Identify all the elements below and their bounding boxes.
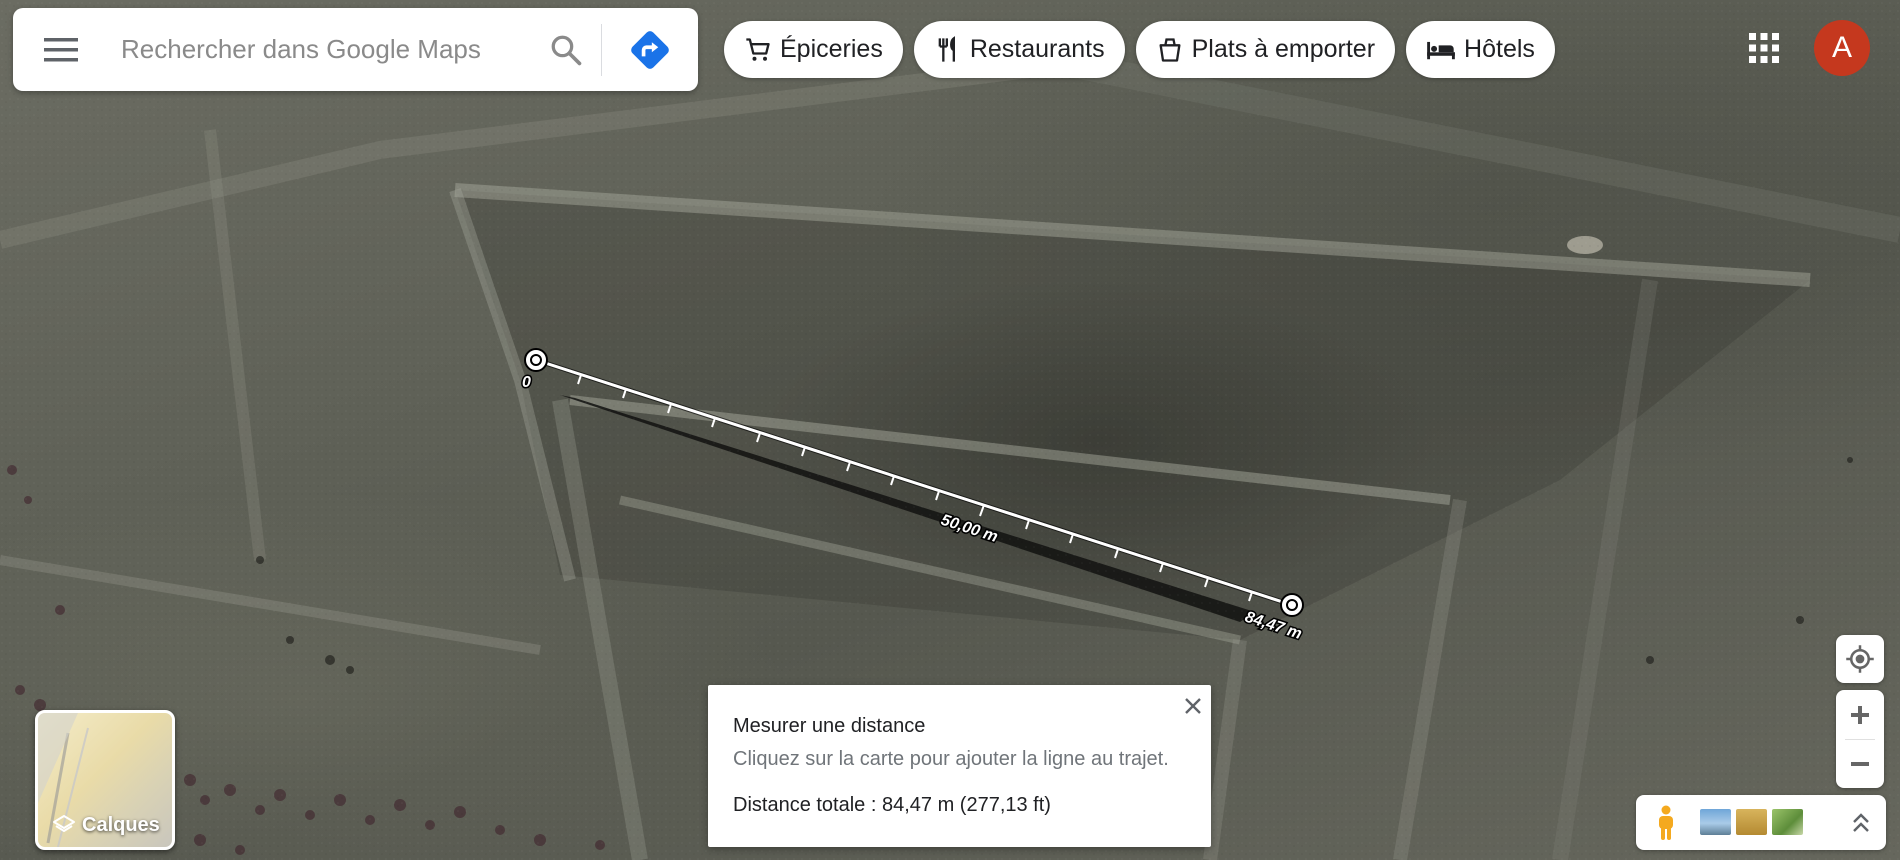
measure-distance-card: Mesurer une distance Cliquez sur la cart… — [708, 685, 1211, 847]
chip-restaurants[interactable]: Restaurants — [913, 21, 1125, 78]
double-chevron-up-icon — [1853, 813, 1869, 832]
apps-grid-icon — [1749, 33, 1779, 63]
close-icon — [1185, 698, 1201, 714]
account-avatar[interactable]: A — [1814, 20, 1870, 76]
menu-button[interactable] — [13, 8, 109, 91]
directions-icon — [631, 30, 669, 69]
close-button[interactable] — [1181, 694, 1205, 718]
search-button[interactable] — [531, 8, 601, 91]
plus-icon — [1851, 705, 1869, 724]
layers-button[interactable]: Calques — [35, 710, 175, 850]
imagery-thumb-terrain[interactable] — [1736, 809, 1767, 835]
my-location-button[interactable] — [1836, 635, 1884, 683]
bed-icon — [1427, 41, 1455, 59]
zoom-out-button[interactable] — [1836, 740, 1884, 788]
measure-hint: Cliquez sur la carte pour ajouter la lig… — [733, 748, 1169, 770]
imagery-thumb-photo[interactable] — [1772, 809, 1803, 835]
chip-epiceries[interactable]: Épiceries — [724, 21, 903, 78]
measure-line — [535, 358, 1293, 607]
search-icon — [551, 35, 582, 65]
search-input[interactable] — [109, 34, 531, 65]
measure-start-point[interactable] — [524, 348, 548, 372]
chip-label: Hôtels — [1464, 35, 1535, 63]
measure-total-distance: Distance totale : 84,47 m (277,13 ft) — [733, 794, 1051, 816]
menu-icon — [44, 37, 78, 61]
measure-end-point[interactable] — [1280, 593, 1304, 617]
pegman-icon — [1659, 805, 1673, 840]
category-chips: Épiceries Restaurants Plats à emporter H… — [724, 21, 1555, 78]
minus-icon — [1851, 761, 1869, 766]
layers-label: Calques — [82, 813, 160, 836]
imagery-thumb-satellite[interactable] — [1700, 809, 1731, 835]
zoom-in-button[interactable] — [1836, 691, 1884, 739]
chip-label: Restaurants — [969, 35, 1105, 63]
layers-icon — [53, 815, 75, 832]
apps-button[interactable] — [1742, 22, 1786, 74]
chip-hotels[interactable]: Hôtels — [1406, 21, 1555, 78]
chip-plats-a-emporter[interactable]: Plats à emporter — [1135, 21, 1396, 78]
my-location-icon — [1846, 645, 1874, 673]
directions-button[interactable] — [602, 8, 698, 91]
map-bottom-bar — [1636, 795, 1886, 850]
fork-knife-icon — [938, 35, 955, 62]
shopping-cart-icon — [746, 37, 770, 61]
measure-start-label: 0 — [522, 374, 531, 391]
expand-button[interactable] — [1846, 807, 1876, 839]
measure-title: Mesurer une distance — [733, 715, 926, 737]
chip-label: Plats à emporter — [1191, 35, 1376, 63]
chip-label: Épiceries — [780, 35, 883, 63]
takeout-bag-icon — [1159, 37, 1181, 62]
zoom-controls — [1836, 690, 1884, 788]
layers-label-group: Calques — [52, 813, 160, 837]
pegman-button[interactable] — [1648, 803, 1684, 843]
search-box — [13, 8, 698, 91]
measure-mid-label: 50,00 m — [939, 512, 1000, 546]
